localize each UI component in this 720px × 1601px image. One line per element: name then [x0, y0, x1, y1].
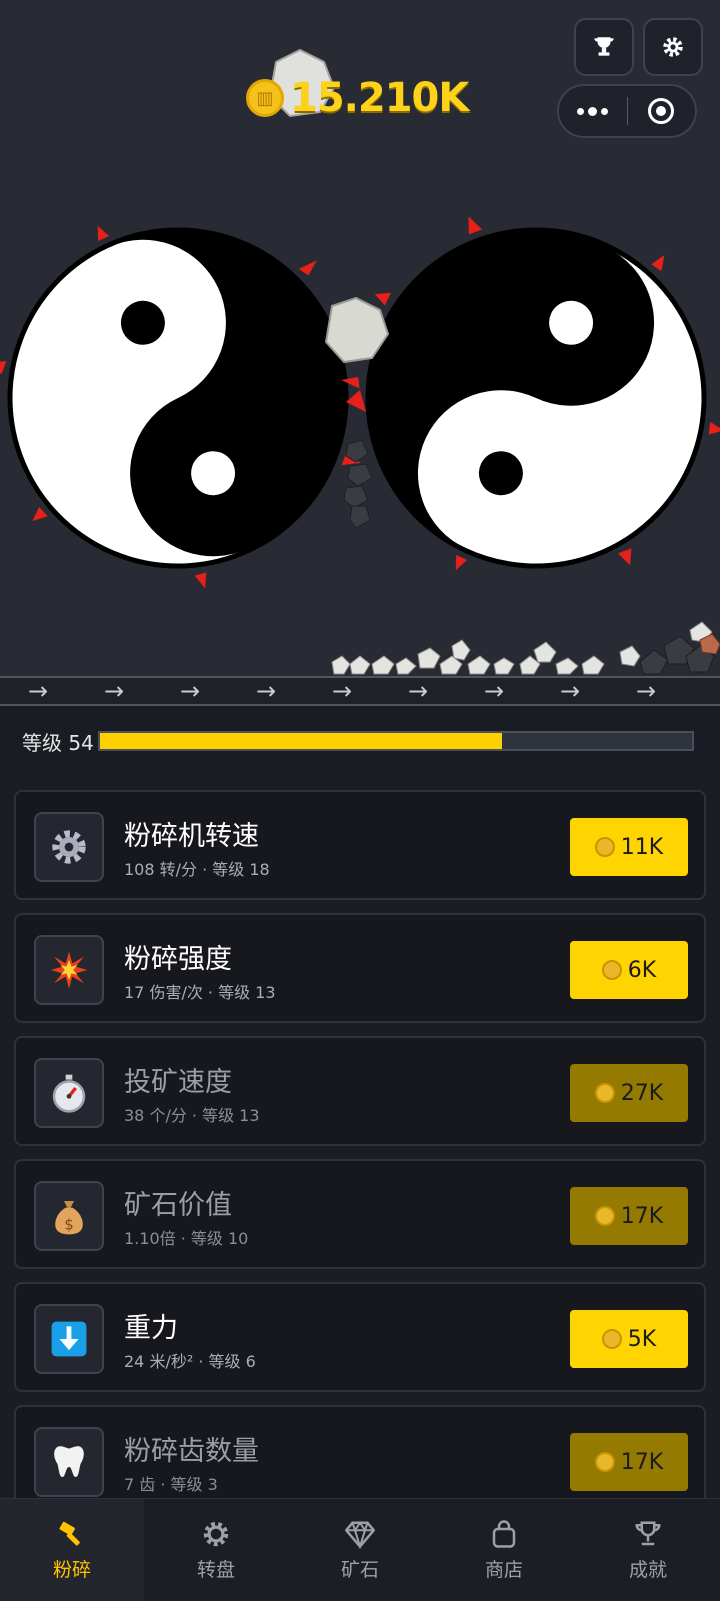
explosion-icon — [50, 951, 88, 989]
tab-wheel[interactable]: 转盘 — [144, 1499, 288, 1601]
upgrade-stats: 24 米/秒² · 等级 6 — [124, 1352, 256, 1371]
conveyor-arrow: → — [635, 677, 657, 705]
close-miniprogram-button[interactable] — [628, 86, 696, 136]
upgrade-icon-box — [34, 812, 104, 882]
trophy-icon — [635, 1521, 661, 1545]
tab-label: 商店 — [484, 1558, 523, 1581]
down-arrow-icon — [51, 1321, 87, 1357]
coin-icon — [601, 960, 622, 980]
more-menu-button[interactable] — [559, 86, 627, 136]
tab-crush[interactable]: 粉碎 — [0, 1499, 144, 1601]
bag-icon — [492, 1519, 516, 1548]
upgrade-stats: 17 伤害/次 · 等级 13 — [124, 983, 276, 1002]
upgrade-title: 重力 — [124, 1313, 178, 1344]
trophy-icon — [594, 37, 614, 56]
tab-label: 成就 — [628, 1558, 667, 1581]
conveyor-arrow: → — [103, 677, 125, 705]
upgrade-icon-box: $ — [34, 1181, 104, 1251]
more-dots-icon — [577, 106, 609, 116]
coin-icon: ▥ — [246, 79, 284, 117]
gear-icon — [52, 830, 86, 864]
crusher-wheel-left — [0, 225, 362, 589]
coin-icon — [594, 1452, 615, 1472]
coin-icon — [594, 1083, 615, 1103]
tab-label: 转盘 — [196, 1558, 235, 1581]
gear-icon — [203, 1521, 229, 1546]
tab-ore[interactable]: 矿石 — [288, 1499, 432, 1601]
upgrade-card-tooth-count: 粉碎齿数量 7 齿 · 等级 3 17K — [14, 1405, 706, 1500]
upgrade-card-gravity: 重力 24 米/秒² · 等级 6 5K — [14, 1282, 706, 1392]
tab-label: 矿石 — [340, 1558, 379, 1581]
upgrade-card-ore-value: $ 矿石价值 1.10倍 · 等级 10 17K — [14, 1159, 706, 1269]
upgrade-buy-button[interactable]: 27K — [570, 1064, 688, 1122]
level-progress-track — [97, 731, 694, 751]
upgrade-buy-button[interactable]: 5K — [570, 1310, 688, 1368]
upgrade-buy-button[interactable]: 6K — [570, 941, 688, 999]
diamond-icon — [345, 1520, 375, 1549]
upgrade-card-drop-speed: 投矿速度 38 个/分 · 等级 13 27K — [14, 1036, 706, 1146]
conveyor-arrow: → — [179, 677, 201, 705]
upgrade-price: 11K — [620, 834, 664, 860]
conveyor-arrow: → — [331, 677, 353, 705]
conveyor-arrow: → — [559, 677, 581, 705]
conveyor-belt: → → → → → → → → → — [0, 676, 720, 706]
game-area[interactable]: ▥ 15.210K — [0, 0, 720, 676]
gear-icon — [663, 37, 683, 57]
tab-label: 粉碎 — [52, 1558, 91, 1581]
upgrade-price: 5K — [627, 1326, 657, 1352]
upgrade-title: 矿石价值 — [124, 1190, 232, 1221]
conveyor-arrow: → — [483, 677, 505, 705]
conveyor-arrow: → — [255, 677, 277, 705]
tooth-icon — [54, 1446, 84, 1477]
conveyor-arrow: → — [27, 677, 49, 705]
upgrade-price: 6K — [627, 957, 657, 983]
conveyor-arrow: → — [407, 677, 429, 705]
upgrade-icon-box — [34, 1304, 104, 1374]
bottom-tab-bar: 粉碎 转盘 矿石 商店 成就 — [0, 1498, 720, 1601]
trophy-button[interactable] — [574, 18, 634, 76]
level-progress-fill — [99, 733, 503, 749]
miniprogram-capsule — [557, 84, 697, 138]
settings-button[interactable] — [643, 18, 703, 76]
upgrade-icon-box — [34, 935, 104, 1005]
coin-icon — [594, 837, 615, 857]
svg-text:$: $ — [64, 1215, 74, 1233]
upgrade-buy-button[interactable]: 17K — [570, 1187, 688, 1245]
upgrade-card-crusher-speed: 粉碎机转速 108 转/分 · 等级 18 11K — [14, 790, 706, 900]
hammer-icon — [59, 1521, 80, 1546]
upgrade-title: 粉碎机转速 — [124, 821, 259, 852]
upgrade-price: 17K — [620, 1449, 664, 1475]
upgrade-title: 粉碎齿数量 — [124, 1436, 259, 1467]
level-bar: 等级 54 — [0, 706, 720, 776]
coin-icon — [594, 1206, 615, 1226]
tab-achievements[interactable]: 成就 — [576, 1499, 720, 1601]
upgrade-stats: 108 转/分 · 等级 18 — [124, 860, 270, 879]
upgrade-buy-button[interactable]: 11K — [570, 818, 688, 876]
upgrade-icon-box — [34, 1427, 104, 1497]
upgrade-price: 27K — [620, 1080, 664, 1106]
stopwatch-icon — [52, 1074, 86, 1113]
coin-counter: ▥ 15.210K — [246, 66, 469, 130]
coin-icon — [601, 1329, 622, 1349]
upgrade-icon-box — [34, 1058, 104, 1128]
upgrade-title: 投矿速度 — [124, 1067, 232, 1098]
target-close-icon — [648, 98, 675, 124]
tab-shop[interactable]: 商店 — [432, 1499, 576, 1601]
upgrade-list[interactable]: 粉碎机转速 108 转/分 · 等级 18 11K 粉碎强度 17 伤害/次 ·… — [0, 776, 720, 1500]
money-bag-icon: $ — [55, 1201, 83, 1235]
level-label: 等级 54 — [22, 730, 94, 755]
upgrade-card-crush-strength: 粉碎强度 17 伤害/次 · 等级 13 6K — [14, 913, 706, 1023]
upgrade-price: 17K — [620, 1203, 664, 1229]
upgrade-stats: 38 个/分 · 等级 13 — [124, 1106, 260, 1125]
upgrade-title: 粉碎强度 — [124, 944, 232, 975]
upgrade-buy-button[interactable]: 17K — [570, 1433, 688, 1491]
coin-balance: 15.210K — [290, 75, 469, 121]
upgrade-stats: 7 齿 · 等级 3 — [124, 1475, 218, 1494]
upgrade-stats: 1.10倍 · 等级 10 — [124, 1229, 249, 1248]
